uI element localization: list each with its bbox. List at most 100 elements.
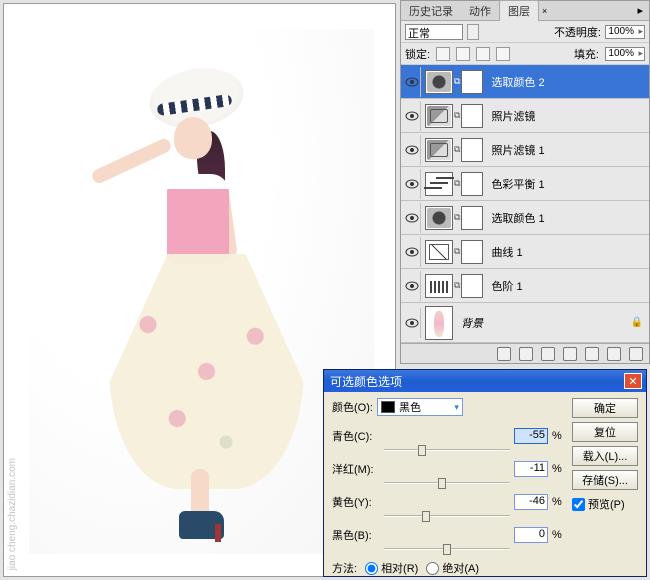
layer-thumbs: ⧉ — [423, 172, 485, 196]
layer-row[interactable]: ⧉选取颜色 1 — [401, 201, 649, 235]
adjustment-thumb[interactable] — [425, 172, 453, 196]
ok-button[interactable]: 确定 — [572, 398, 638, 418]
delete-layer-icon[interactable] — [629, 347, 643, 361]
torso — [167, 174, 229, 264]
colorbal-icon — [427, 174, 451, 194]
close-icon[interactable]: ✕ — [624, 373, 642, 389]
adjustment-thumb[interactable] — [425, 274, 453, 298]
save-button[interactable]: 存储(S)... — [572, 470, 638, 490]
method-absolute-radio[interactable]: 绝对(A) — [426, 560, 479, 576]
face — [174, 117, 212, 159]
layer-name: 色彩平衡 1 — [487, 176, 544, 192]
visibility-eye-icon[interactable] — [403, 203, 421, 233]
visibility-eye-icon[interactable] — [403, 135, 421, 165]
method-label: 方法: — [332, 560, 357, 576]
adjustment-thumb[interactable] — [425, 240, 453, 264]
slider-value-input[interactable]: -55 — [514, 428, 548, 444]
slider-value-input[interactable]: -46 — [514, 494, 548, 510]
arm-left — [90, 137, 173, 186]
layer-fx-icon[interactable] — [519, 347, 533, 361]
skirt — [109, 254, 304, 489]
visibility-eye-icon[interactable] — [403, 271, 421, 301]
new-group-icon[interactable] — [585, 347, 599, 361]
link-icon: ⧉ — [454, 110, 460, 121]
slider-thumb[interactable] — [422, 511, 430, 522]
visibility-eye-icon[interactable] — [403, 308, 421, 338]
adjustment-thumb[interactable] — [425, 70, 453, 94]
layers-panel: 历史记录 动作 图层 × ▸ 正常 不透明度: 100% 锁定: 填充: 100… — [400, 0, 650, 364]
layer-row[interactable]: ⧉选取颜色 2 — [401, 65, 649, 99]
tab-close-icon[interactable]: × — [539, 6, 550, 16]
slider-thumb[interactable] — [443, 544, 451, 555]
slider-track[interactable] — [332, 543, 564, 555]
layer-row[interactable]: ⧉曲线 1 — [401, 235, 649, 269]
layer-thumbs: ⧉ — [423, 104, 485, 128]
adjustment-thumb[interactable] — [425, 206, 453, 230]
dialog-side: 确定 复位 载入(L)... 存储(S)... 预览(P) — [572, 398, 638, 570]
slider-track[interactable] — [332, 477, 564, 489]
layer-thumbs: ⧉ — [423, 138, 485, 162]
slider-value-input[interactable]: 0 — [514, 527, 548, 543]
mask-thumb[interactable] — [461, 240, 483, 264]
layer-row[interactable]: ⧉ 色阶 1 — [401, 269, 649, 303]
layer-row[interactable]: ⧉照片滤镜 — [401, 99, 649, 133]
visibility-eye-icon[interactable] — [403, 169, 421, 199]
tab-history[interactable]: 历史记录 — [401, 1, 461, 21]
add-mask-icon[interactable] — [541, 347, 555, 361]
watermark-side: jiao cheng.chazidian.com — [7, 458, 18, 570]
lock-move-icon[interactable] — [476, 47, 490, 61]
slider-thumb[interactable] — [438, 478, 446, 489]
mask-thumb[interactable] — [461, 70, 483, 94]
percent-label: % — [552, 496, 564, 508]
slider-thumb[interactable] — [418, 445, 426, 456]
preview-check[interactable] — [572, 498, 585, 511]
mask-thumb[interactable] — [461, 138, 483, 162]
dialog-titlebar[interactable]: 可选颜色选项 ✕ — [324, 370, 646, 392]
layer-row[interactable]: ⧉色彩平衡 1 — [401, 167, 649, 201]
layer-name: 色阶 1 — [487, 278, 522, 294]
load-button[interactable]: 载入(L)... — [572, 446, 638, 466]
method-relative-radio[interactable]: 相对(R) — [365, 560, 418, 576]
mask-thumb[interactable] — [461, 172, 483, 196]
layer-row[interactable]: ⧉照片滤镜 1 — [401, 133, 649, 167]
radio-absolute[interactable] — [426, 562, 439, 575]
selective-color-dialog: 可选颜色选项 ✕ 颜色(O): 黑色 ▾ 青色(C):-55%洋红(M):-11… — [323, 369, 647, 577]
layer-row-background[interactable]: 背景🔒 — [401, 303, 649, 343]
visibility-eye-icon[interactable] — [403, 101, 421, 131]
link-layers-icon[interactable] — [497, 347, 511, 361]
slider-label: 黄色(Y): — [332, 494, 380, 510]
blend-mode-value: 正常 — [408, 28, 430, 40]
blend-mode-select[interactable]: 正常 — [405, 24, 463, 40]
adjustment-thumb[interactable] — [425, 138, 453, 162]
link-icon: ⧉ — [454, 280, 460, 291]
slider-track[interactable] — [332, 444, 564, 456]
new-adjustment-icon[interactable] — [563, 347, 577, 361]
tab-actions[interactable]: 动作 — [461, 1, 499, 21]
adjustment-thumb[interactable] — [425, 104, 453, 128]
blend-mode-dropdown-icon[interactable] — [467, 24, 479, 40]
visibility-eye-icon[interactable] — [403, 237, 421, 267]
layer-thumbs: ⧉ — [423, 240, 485, 264]
lock-fill-row: 锁定: 填充: 100% — [401, 43, 649, 65]
mask-thumb[interactable] — [461, 206, 483, 230]
lock-paint-icon[interactable] — [456, 47, 470, 61]
slider-value-input[interactable]: -11 — [514, 461, 548, 477]
slider-track[interactable] — [332, 510, 564, 522]
panel-menu-icon[interactable]: ▸ — [631, 4, 649, 17]
tab-layers[interactable]: 图层 — [499, 0, 539, 21]
mask-thumb[interactable] — [461, 104, 483, 128]
colors-select[interactable]: 黑色 ▾ — [377, 398, 463, 416]
lock-transparent-icon[interactable] — [436, 47, 450, 61]
lock-all-icon[interactable] — [496, 47, 510, 61]
new-layer-icon[interactable] — [607, 347, 621, 361]
layers-list[interactable]: ⧉选取颜色 2⧉照片滤镜⧉照片滤镜 1⧉色彩平衡 1⧉选取颜色 1⧉曲线 1⧉色… — [401, 65, 649, 343]
mask-thumb[interactable] — [461, 274, 483, 298]
radio-relative[interactable] — [365, 562, 378, 575]
fill-value[interactable]: 100% — [605, 47, 645, 61]
background-thumb[interactable] — [425, 306, 453, 340]
preview-checkbox[interactable]: 预览(P) — [572, 496, 638, 512]
visibility-eye-icon[interactable] — [403, 67, 421, 97]
opacity-value[interactable]: 100% — [605, 25, 645, 39]
reset-button[interactable]: 复位 — [572, 422, 638, 442]
layer-name: 选取颜色 2 — [487, 74, 544, 90]
